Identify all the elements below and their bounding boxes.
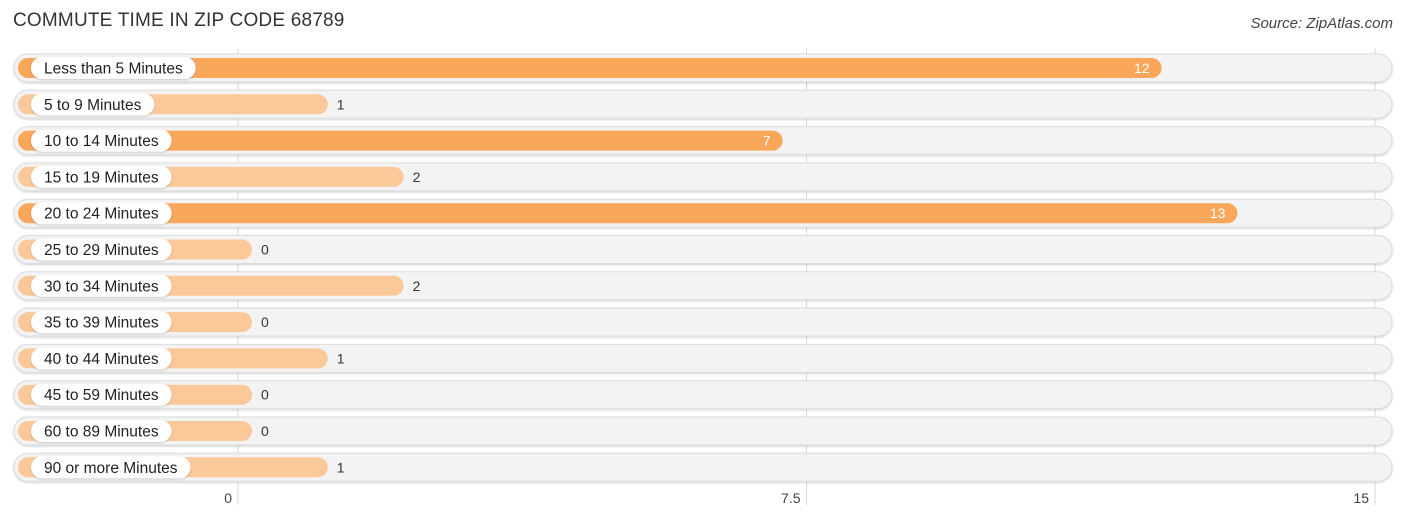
category-label: 30 to 34 Minutes <box>44 278 159 295</box>
value-label: 13 <box>1210 205 1226 221</box>
x-axis-ticks: 0 7.5 15 <box>224 490 1369 506</box>
x-tick-label: 15 <box>1353 490 1369 506</box>
category-label: 25 to 29 Minutes <box>44 242 159 259</box>
bar-row: 30 to 34 Minutes 2 <box>13 271 1393 301</box>
value-label: 1 <box>337 350 345 366</box>
bar-row: 35 to 39 Minutes 0 <box>13 307 1393 337</box>
value-label: 0 <box>261 423 269 439</box>
category-label: 40 to 44 Minutes <box>44 351 159 368</box>
value-label: 2 <box>413 278 421 294</box>
bar-row: 40 to 44 Minutes 1 <box>13 343 1393 373</box>
bar-row: 45 to 59 Minutes 0 <box>13 380 1393 410</box>
value-label: 1 <box>337 459 345 475</box>
category-label: 10 to 14 Minutes <box>44 133 159 150</box>
bar-row: 15 to 19 Minutes 2 <box>13 162 1393 192</box>
value-label: 0 <box>261 387 269 403</box>
category-label: Less than 5 Minutes <box>44 61 183 78</box>
bar-row: 20 to 24 Minutes 13 <box>13 198 1393 228</box>
category-label: 90 or more Minutes <box>44 460 178 477</box>
x-tick-label: 0 <box>224 490 232 506</box>
category-label: 35 to 39 Minutes <box>44 315 159 332</box>
x-tick-label: 7.5 <box>781 490 801 506</box>
category-label: 60 to 89 Minutes <box>44 424 159 441</box>
value-label: 12 <box>1134 60 1150 76</box>
value-label: 0 <box>261 242 269 258</box>
bar-row: 25 to 29 Minutes 0 <box>13 235 1393 264</box>
bar-chart: Less than 5 Minutes 125 to 9 Minutes 110 t… <box>13 48 1393 506</box>
bar-row: 60 to 89 Minutes 0 <box>13 416 1393 446</box>
value-label: 0 <box>261 314 269 330</box>
bar-row: 5 to 9 Minutes 1 <box>13 89 1393 119</box>
category-label: 20 to 24 Minutes <box>44 206 159 223</box>
value-label: 7 <box>763 133 771 149</box>
bar-row: Less than 5 Minutes 12 <box>13 53 1393 83</box>
category-label: 15 to 19 Minutes <box>44 169 159 186</box>
bar[interactable] <box>18 203 1238 224</box>
category-label: 5 to 9 Minutes <box>44 97 142 114</box>
bar-row: 10 to 14 Minutes 7 <box>13 126 1393 156</box>
bar-row: 90 or more Minutes 1 <box>13 452 1393 482</box>
value-label: 2 <box>413 169 421 185</box>
category-label: 45 to 59 Minutes <box>44 387 159 404</box>
bar-rows: Less than 5 Minutes 125 to 9 Minutes 110 t… <box>13 53 1393 482</box>
value-label: 1 <box>337 96 345 112</box>
